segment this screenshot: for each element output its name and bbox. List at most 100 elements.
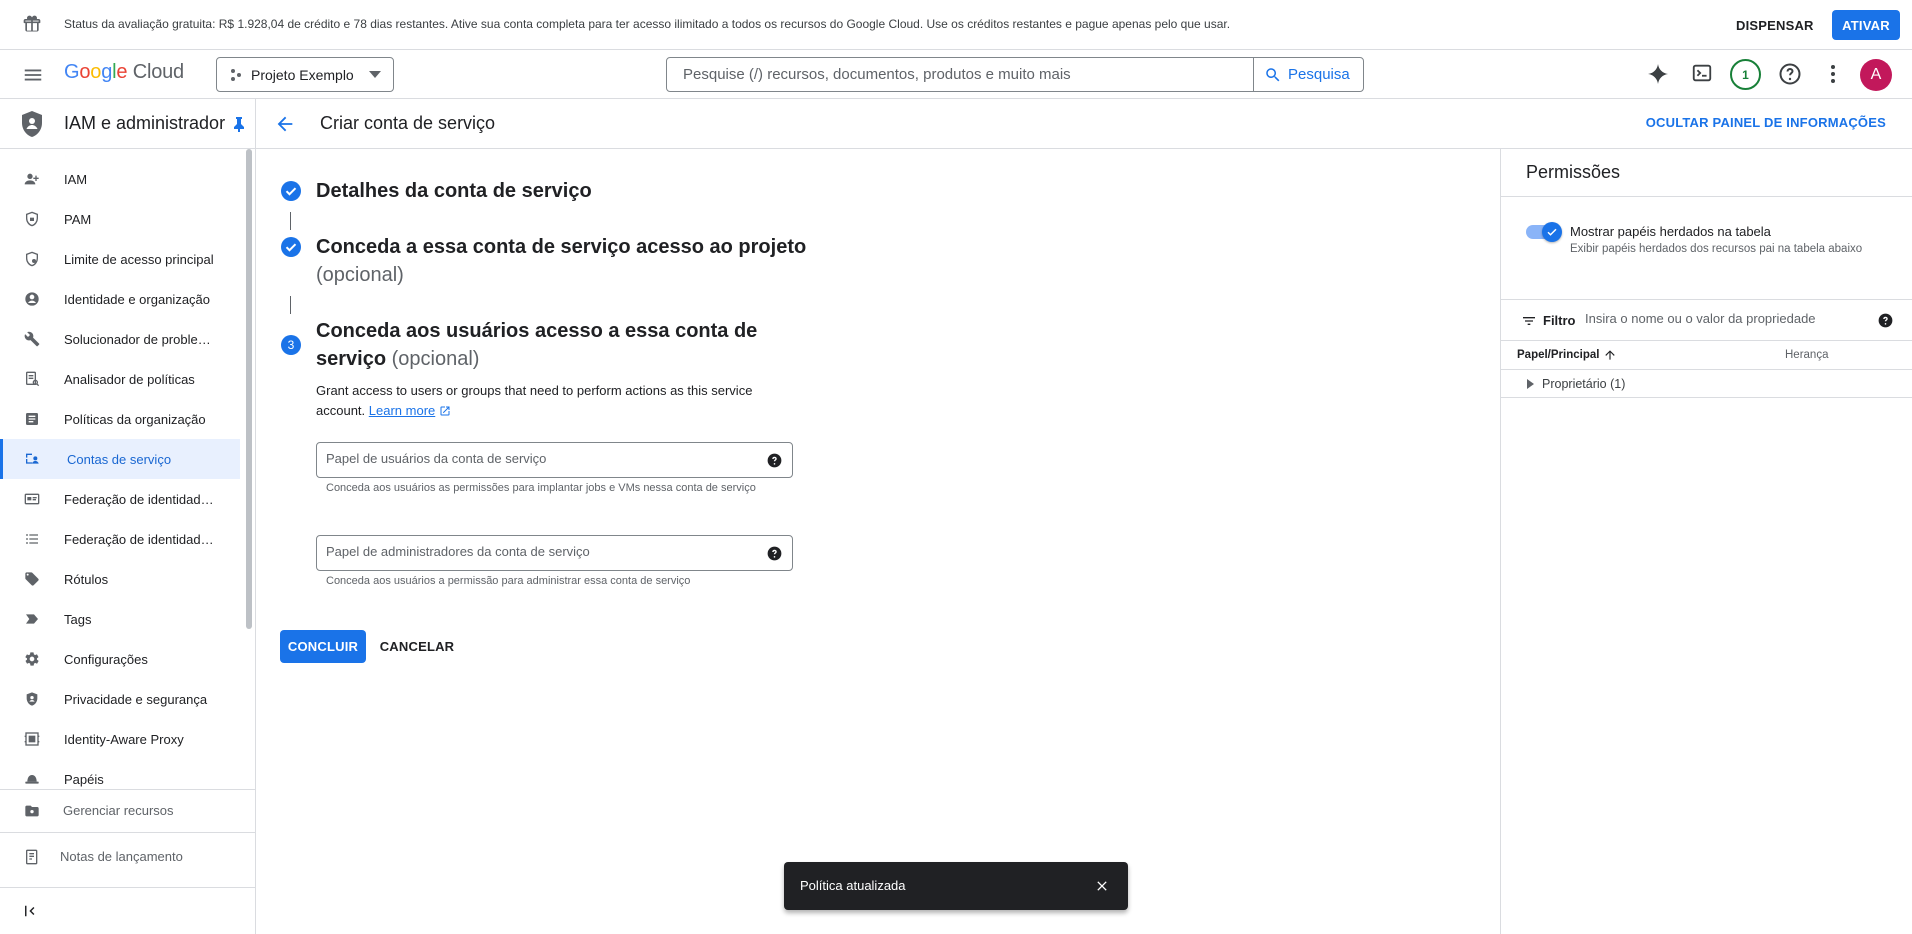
sidebar-item-settings[interactable]: Configurações <box>0 639 240 679</box>
caret-down-icon <box>369 71 381 79</box>
page-header: Criar conta de serviço OCULTAR PAINEL DE… <box>256 99 1912 149</box>
search-button-label: Pesquisa <box>1288 66 1350 83</box>
sidebar-scrollbar[interactable] <box>246 149 252 629</box>
back-arrow-icon[interactable] <box>274 113 296 135</box>
users-role-hint: Conceda aos usuários as permissões para … <box>326 482 756 494</box>
sidebar-header: IAM e administrador <box>0 99 256 149</box>
learn-more-link[interactable]: Learn more <box>369 403 435 418</box>
toggle-sublabel: Exibir papéis herdados dos recursos pai … <box>1570 243 1863 255</box>
hide-info-panel-button[interactable]: OCULTAR PAINEL DE INFORMAÇÕES <box>1646 115 1886 130</box>
sidebar-item-identity-organization[interactable]: Identidade e organização <box>0 279 240 319</box>
proxy-icon <box>24 731 40 747</box>
snackbar-text: Política atualizada <box>800 878 906 893</box>
step-2-title[interactable]: Conceda a essa conta de serviço acesso a… <box>316 233 806 289</box>
sidebar-item-privacy-security[interactable]: Privacidade e segurança <box>0 679 240 719</box>
service-account-admins-role-field[interactable] <box>316 535 793 571</box>
badge-icon <box>24 491 40 507</box>
info-panel-header: Permissões <box>1501 149 1912 197</box>
step-1-title[interactable]: Detalhes da conta de serviço <box>316 177 592 205</box>
notifications-badge[interactable]: 1 <box>1730 59 1761 90</box>
help-icon[interactable] <box>1878 313 1893 328</box>
account-circle-icon <box>24 291 40 307</box>
sidebar-item-policy-analyzer[interactable]: Analisador de políticas <box>0 359 240 399</box>
tag-arrow-icon <box>24 611 40 627</box>
step-complete-icon <box>281 181 301 201</box>
info-panel-title: Permissões <box>1526 162 1621 182</box>
search-button[interactable]: Pesquisa <box>1253 57 1364 92</box>
step-connector <box>290 212 291 230</box>
banner-text: Status da avaliação gratuita: R$ 1.928,0… <box>64 17 1231 31</box>
done-button[interactable]: CONCLUIR <box>280 630 366 663</box>
step-3-description: Grant access to users or groups that nee… <box>316 383 753 418</box>
search-input[interactable] <box>683 66 1253 83</box>
step-3-number: 3 <box>281 335 301 355</box>
google-cloud-logo[interactable]: Google Cloud <box>64 61 184 84</box>
iam-shield-icon <box>20 110 44 138</box>
policy-doc-icon <box>24 371 40 387</box>
table-row[interactable]: Proprietário (1) <box>1501 370 1912 398</box>
step-2-optional: (opcional) <box>316 264 404 286</box>
main-content: Detalhes da conta de serviço Conceda a e… <box>256 149 1500 934</box>
search-box[interactable] <box>666 57 1254 92</box>
sidebar-nav: IAM PAM Limite de acesso principal Ident… <box>0 159 240 799</box>
help-icon[interactable] <box>767 453 782 468</box>
inherited-roles-toggle[interactable] <box>1526 222 1562 242</box>
sidebar-item-org-policies[interactable]: Políticas da organização <box>0 399 240 439</box>
info-panel: Permissões Mostrar papéis herdados na ta… <box>1500 149 1912 934</box>
service-account-icon <box>24 451 40 467</box>
sidebar: IAM e administrador IAM PAM Limite de ac… <box>0 99 256 934</box>
hat-icon <box>24 771 40 787</box>
snackbar: Política atualizada <box>784 862 1128 910</box>
activate-button[interactable]: ATIVAR <box>1832 10 1900 40</box>
service-account-users-role-field[interactable] <box>316 442 793 478</box>
more-vert-icon[interactable] <box>1824 62 1842 86</box>
external-link-icon <box>439 405 451 417</box>
gear-icon <box>24 651 40 667</box>
sidebar-item-identity-aware-proxy[interactable]: Identity-Aware Proxy <box>0 719 240 759</box>
sidebar-item-tags[interactable]: Tags <box>0 599 240 639</box>
project-picker[interactable]: Projeto Exemplo <box>216 57 394 92</box>
manage-resources-link[interactable]: Gerenciar recursos <box>0 790 256 832</box>
wrench-icon <box>24 331 40 347</box>
column-header-role-principal[interactable]: Papel/Principal <box>1517 349 1599 361</box>
cancel-button[interactable]: CANCELAR <box>374 630 460 663</box>
collapse-sidebar-button[interactable] <box>0 887 256 934</box>
sort-arrow-up-icon[interactable] <box>1603 348 1617 362</box>
gift-icon <box>22 14 42 34</box>
sidebar-item-workforce-identity-federation[interactable]: Federação de identidade de colaboradores <box>0 519 240 559</box>
dismiss-button[interactable]: DISPENSAR <box>1728 10 1822 40</box>
expand-triangle-icon[interactable] <box>1527 379 1534 389</box>
cloud-shell-icon[interactable] <box>1691 62 1713 84</box>
sidebar-title: IAM e administrador <box>64 113 226 133</box>
person-add-icon <box>24 171 40 187</box>
pin-icon[interactable] <box>232 116 246 132</box>
top-bar: Google Cloud Projeto Exemplo Pesquisa 1 … <box>0 50 1912 99</box>
list-icon <box>24 531 40 547</box>
sidebar-item-principal-access-boundary[interactable]: Limite de acesso principal <box>0 239 240 279</box>
help-icon[interactable] <box>767 546 782 561</box>
admins-role-input[interactable] <box>326 544 756 559</box>
shield-lock-icon <box>24 211 40 227</box>
article-icon <box>24 411 40 427</box>
sidebar-item-labels[interactable]: Rótulos <box>0 559 240 599</box>
avatar[interactable]: A <box>1860 59 1892 91</box>
sidebar-item-policy-troubleshooter[interactable]: Solucionador de problemas de política <box>0 319 240 359</box>
filter-icon <box>1521 313 1537 329</box>
sidebar-item-pam[interactable]: PAM <box>0 199 240 239</box>
help-icon[interactable] <box>1778 62 1802 86</box>
folder-settings-icon <box>24 803 40 819</box>
sidebar-item-service-accounts[interactable]: Contas de serviço <box>0 439 240 479</box>
permissions-table-header: Papel/Principal Herança <box>1501 341 1912 370</box>
step-3-optional: (opcional) <box>391 348 480 370</box>
sidebar-item-workload-identity-federation[interactable]: Federação de identidade da carga de trab… <box>0 479 240 519</box>
release-notes-link[interactable]: Notas de lançamento <box>0 832 256 880</box>
users-role-input[interactable] <box>326 451 756 466</box>
filter-input[interactable] <box>1585 311 1875 326</box>
hamburger-menu-icon[interactable] <box>22 64 44 86</box>
search-icon <box>1264 66 1282 84</box>
sidebar-item-iam[interactable]: IAM <box>0 159 240 199</box>
check-icon <box>1542 222 1562 242</box>
gemini-sparkle-icon[interactable] <box>1646 62 1670 86</box>
label-icon <box>24 571 40 587</box>
close-icon[interactable] <box>1094 878 1110 894</box>
